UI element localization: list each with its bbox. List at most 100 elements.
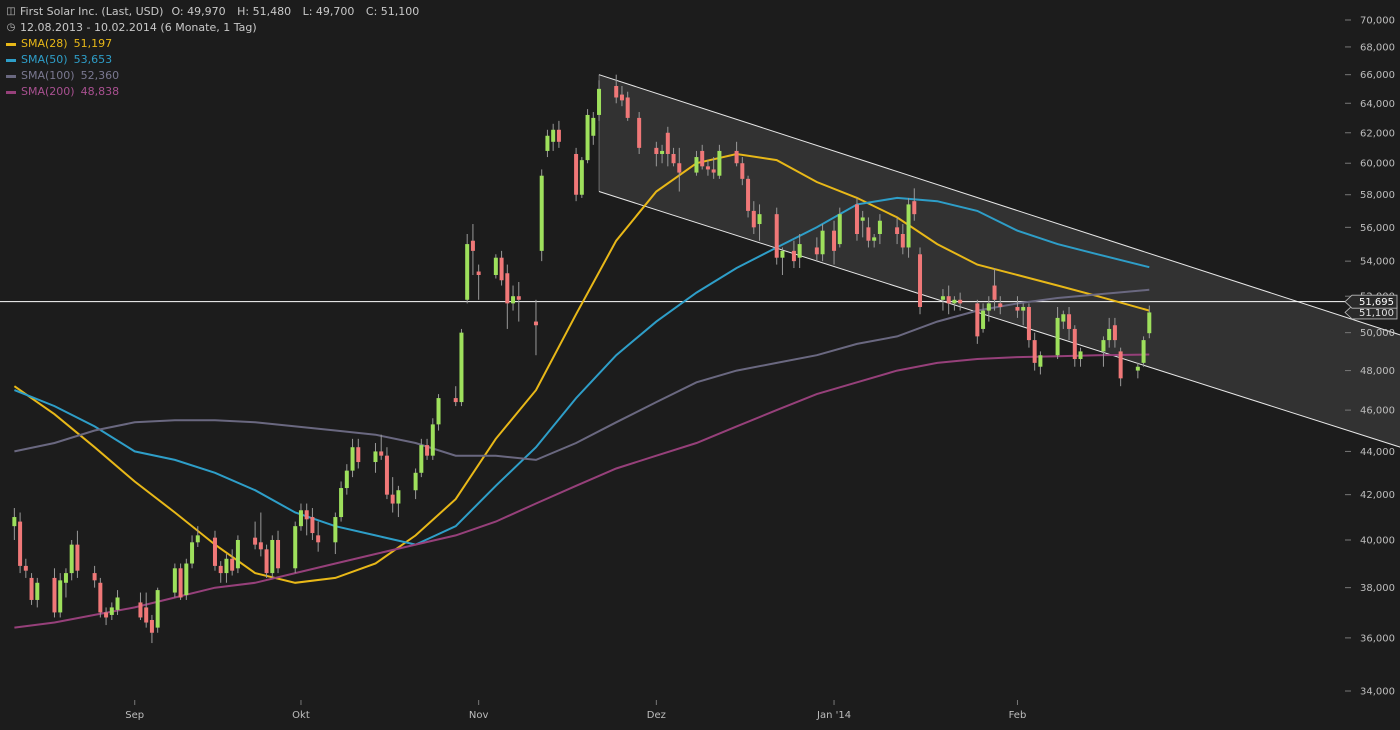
chart-area: 70,000 68,000 66,000 64,000 62,000 60,000 58,0…: [0, 0, 1400, 726]
candle-down: [1015, 306, 1020, 311]
y-axis-label: 34,000: [1360, 687, 1395, 698]
candle-up: [952, 299, 957, 304]
candle-up: [585, 114, 590, 161]
candle-up: [820, 230, 825, 255]
y-axis-label: 54,000: [1360, 257, 1395, 268]
candle-up: [660, 150, 665, 154]
candle-down: [178, 568, 183, 598]
candle-up: [69, 544, 74, 574]
legend-item-sma50[interactable]: SMA(50) 53,653: [4, 52, 427, 68]
candle-down: [946, 296, 951, 304]
candle-down: [740, 163, 745, 179]
candle-up: [190, 542, 195, 564]
legend-item-sma28[interactable]: SMA(28) 51,197: [4, 36, 427, 52]
candle-down: [52, 577, 57, 613]
candle-down: [1026, 306, 1031, 341]
x-axis-label: Feb: [1009, 710, 1027, 721]
candle-down: [832, 230, 837, 251]
candle-down: [1118, 351, 1123, 379]
candle-down: [390, 494, 395, 504]
x-axis-label: Nov: [469, 710, 489, 721]
candle-up: [940, 296, 945, 300]
candle-down: [866, 227, 871, 241]
last-price-tag-label: 51,100: [1359, 308, 1394, 319]
legend-value: 51,197: [73, 37, 113, 50]
candle-up: [551, 129, 556, 142]
period-label: 12.08.2013 - 10.02.2014 (6 Monate, 1 Tag…: [20, 21, 257, 34]
candle-down: [746, 178, 751, 211]
candle-down: [138, 602, 143, 618]
candle-down: [144, 607, 149, 623]
candle-down: [625, 97, 630, 118]
candle-down: [276, 539, 281, 569]
candle-up: [545, 135, 550, 151]
candle-up: [298, 510, 303, 527]
legend-label: SMA(28): [21, 37, 68, 50]
y-axis-label: 62,000: [1360, 128, 1395, 139]
legend-item-sma100[interactable]: SMA(100) 52,360: [4, 68, 427, 84]
candle-down: [895, 227, 900, 235]
candle-down: [230, 558, 235, 571]
candle-up: [270, 539, 275, 574]
candle-down: [218, 565, 223, 574]
candle-down: [1072, 328, 1077, 360]
ohlc-values: O: 49,970 H: 51,480 L: 49,700 C: 51,100: [171, 4, 427, 20]
y-axis-label: 50,000: [1360, 328, 1395, 339]
candle-up: [717, 150, 722, 176]
candle-up: [172, 568, 177, 593]
candle-down: [104, 612, 109, 618]
candle-up: [797, 244, 802, 258]
candle-down: [791, 250, 796, 262]
legend-swatch: [6, 90, 16, 94]
candle-down: [700, 150, 705, 167]
candle-down: [212, 537, 217, 566]
candle-down: [705, 166, 710, 170]
candle-down: [316, 535, 321, 543]
candle-up: [1038, 355, 1043, 367]
candle-down: [258, 542, 263, 550]
x-axis-label: Okt: [292, 710, 310, 721]
candle-down: [1112, 325, 1117, 341]
header-row-period: ◷ 12.08.2013 - 10.02.2014 (6 Monate, 1 T…: [4, 20, 427, 36]
candle-up: [757, 214, 762, 225]
candle-down: [998, 303, 1003, 307]
clock-icon: ◷: [6, 22, 16, 33]
candle-down: [854, 204, 859, 235]
candle-up: [1055, 317, 1060, 356]
candle-down: [1067, 314, 1072, 329]
candle-up: [1101, 340, 1106, 352]
candle-up: [1078, 351, 1083, 360]
candle-up: [539, 175, 544, 251]
candle-up: [1147, 312, 1152, 334]
legend-label: SMA(200): [21, 85, 75, 98]
candle-down: [470, 240, 475, 251]
ohlc-close: C: 51,100: [365, 5, 420, 18]
candle-up: [430, 424, 435, 456]
candle-up: [986, 303, 991, 311]
ohlc-high: H: 51,480: [237, 5, 292, 18]
y-axis-label: 40,000: [1360, 535, 1395, 546]
candle-up: [63, 573, 68, 583]
candle-up: [780, 250, 785, 258]
candle-up: [35, 582, 40, 600]
legend-swatch: [6, 42, 16, 46]
candle-down: [453, 398, 458, 403]
candle-up: [1021, 306, 1026, 311]
candle-up: [339, 488, 344, 518]
y-axis-label: 70,000: [1360, 16, 1395, 27]
candle-up: [906, 204, 911, 248]
candle-up: [694, 157, 699, 173]
candle-down: [505, 273, 510, 304]
x-axis-label: Dez: [647, 710, 666, 721]
candle-down: [379, 451, 384, 456]
ohlc-open: O: 49,970: [171, 5, 226, 18]
candle-up: [12, 517, 17, 527]
y-axis-label: 44,000: [1360, 447, 1395, 458]
candle-up: [597, 88, 602, 115]
candle-down: [665, 132, 670, 154]
legend-item-sma200[interactable]: SMA(200) 48,838: [4, 84, 427, 100]
candle-down: [92, 573, 97, 581]
candle-down: [677, 163, 682, 173]
candle-down: [912, 201, 917, 215]
y-axis-label: 36,000: [1360, 633, 1395, 644]
